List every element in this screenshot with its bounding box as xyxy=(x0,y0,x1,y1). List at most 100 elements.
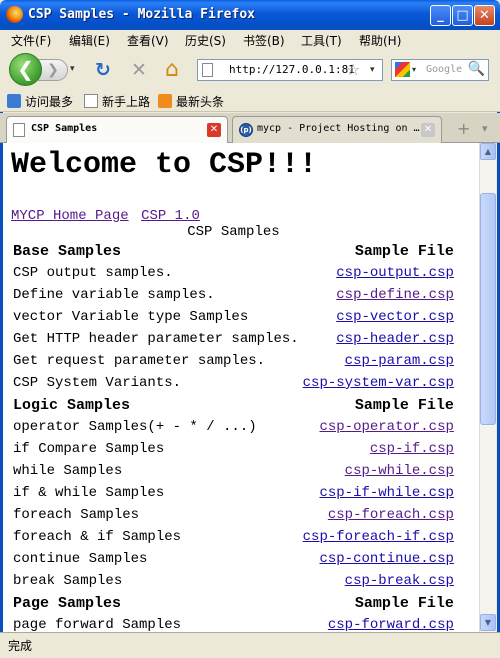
sample-description: Define variable samples. xyxy=(13,287,215,303)
sample-file-cell: csp-output.csp xyxy=(301,262,456,284)
section-header-row: Page Samples Sample File xyxy=(11,592,456,614)
sample-description: foreach & if Samples xyxy=(13,529,182,545)
bookmark-getting-started[interactable]: 新手上路 xyxy=(84,93,150,109)
sample-file-link[interactable]: csp-output.csp xyxy=(336,265,454,281)
bookmark-star-icon[interactable]: ☆ xyxy=(346,60,360,79)
sample-file-link[interactable]: csp-param.csp xyxy=(345,353,454,369)
menu-help[interactable]: 帮助(H) xyxy=(359,32,401,49)
search-input[interactable]: Google xyxy=(426,64,462,75)
sample-file-link[interactable]: csp-define.csp xyxy=(336,287,454,303)
table-row: if Compare Samples csp-if.csp xyxy=(11,438,456,460)
search-icon[interactable]: 🔍 xyxy=(468,61,485,77)
status-bar: 完成 xyxy=(0,632,500,658)
sample-description: Get HTTP header parameter samples. xyxy=(13,331,299,347)
history-dropdown-icon[interactable]: ▾ xyxy=(70,64,75,74)
back-button[interactable]: ❮ xyxy=(9,53,42,86)
table-row: CSP System Variants. csp-system-var.csp xyxy=(11,372,456,394)
vertical-scrollbar[interactable]: ▲ ▼ xyxy=(479,143,496,632)
stop-icon[interactable]: ✕ xyxy=(131,60,147,80)
sample-file-header: Sample File xyxy=(354,242,454,260)
url-input[interactable]: http://127.0.0.1:81 xyxy=(229,63,355,76)
search-engine-dropdown-icon[interactable]: ▾ xyxy=(412,65,416,74)
sample-file-link[interactable]: csp-continue.csp xyxy=(319,551,453,567)
sample-file-link[interactable]: csp-forward.csp xyxy=(328,617,454,632)
sample-file-cell: csp-system-var.csp xyxy=(301,372,456,394)
sample-file-link[interactable]: csp-foreach.csp xyxy=(328,507,454,523)
csp-version-link[interactable]: CSP 1.0 xyxy=(141,208,200,224)
menu-edit[interactable]: 编辑(E) xyxy=(69,32,110,49)
tab-close-icon[interactable]: ✕ xyxy=(207,123,221,137)
page-icon xyxy=(13,123,25,137)
menu-bookmarks[interactable]: 书签(B) xyxy=(243,32,285,49)
sample-file-link[interactable]: csp-if-while.csp xyxy=(319,485,453,501)
sample-file-cell: csp-header.csp xyxy=(301,328,456,350)
folder-icon xyxy=(7,94,21,108)
scroll-thumb[interactable] xyxy=(480,193,496,425)
sample-description: operator Samples(+ - * / ...) xyxy=(13,419,257,435)
samples-table: CSP Samples Base Samples Sample File CSP o… xyxy=(11,224,456,632)
sample-file-cell: csp-if-while.csp xyxy=(301,482,456,504)
menu-view[interactable]: 查看(V) xyxy=(127,32,169,49)
list-all-tabs-icon[interactable]: ▾ xyxy=(482,122,488,135)
tab-bar: CSP Samples ✕ (p) mycp - Project Hosting… xyxy=(0,113,500,143)
sample-description: if Compare Samples xyxy=(13,441,165,457)
top-links: MYCP Home Page CSP 1.0 xyxy=(11,207,461,224)
reload-icon[interactable]: ↻ xyxy=(95,60,111,80)
tab-mycp-project[interactable]: (p) mycp - Project Hosting on … ✕ xyxy=(232,116,442,143)
new-tab-button[interactable]: + xyxy=(457,119,470,138)
section-header-row: Logic Samples Sample File xyxy=(11,394,456,416)
sample-file-link[interactable]: csp-foreach-if.csp xyxy=(303,529,454,545)
bookmark-label: 新手上路 xyxy=(102,95,151,109)
sample-file-cell: csp-if.csp xyxy=(301,438,456,460)
sample-file-cell: csp-break.csp xyxy=(301,570,456,592)
sample-file-cell: csp-param.csp xyxy=(301,350,456,372)
section-header-row: Base Samples Sample File xyxy=(11,240,456,262)
bookmark-latest-headlines[interactable]: 最新头条 xyxy=(158,93,224,109)
bookmark-most-visited[interactable]: 访问最多 xyxy=(7,93,73,109)
scroll-down-button[interactable]: ▼ xyxy=(480,614,496,631)
google-icon[interactable] xyxy=(395,62,410,77)
forward-button[interactable]: ❯ xyxy=(38,59,68,81)
table-row: break Samples csp-break.csp xyxy=(11,570,456,592)
url-bar[interactable]: http://127.0.0.1:81 ☆ ▾ xyxy=(197,59,383,81)
minimize-button[interactable]: _ xyxy=(430,5,451,26)
window-title-bar[interactable]: CSP Samples - Mozilla Firefox _ □ ✕ xyxy=(0,0,500,30)
mycp-home-link[interactable]: MYCP Home Page xyxy=(11,208,129,224)
search-bar[interactable]: ▾ Google 🔍 xyxy=(391,59,489,81)
sample-description: continue Samples xyxy=(13,551,148,567)
status-text: 完成 xyxy=(8,639,33,653)
table-row: foreach & if Samples csp-foreach-if.csp xyxy=(11,526,456,548)
sample-file-cell: csp-foreach-if.csp xyxy=(301,526,456,548)
tab-csp-samples[interactable]: CSP Samples ✕ xyxy=(6,116,228,143)
sample-description: Get request parameter samples. xyxy=(13,353,266,369)
table-row: page forward Samples csp-forward.csp xyxy=(11,614,456,632)
scroll-up-button[interactable]: ▲ xyxy=(480,143,496,160)
table-row: operator Samples(+ - * / ...) csp-operato… xyxy=(11,416,456,438)
table-row: continue Samples csp-continue.csp xyxy=(11,548,456,570)
sample-file-link[interactable]: csp-system-var.csp xyxy=(303,375,454,391)
sample-description: if & while Samples xyxy=(13,485,165,501)
table-row: Get request parameter samples. csp-param.… xyxy=(11,350,456,372)
menu-history[interactable]: 历史(S) xyxy=(185,32,226,49)
sample-file-link[interactable]: csp-while.csp xyxy=(345,463,454,479)
close-button[interactable]: ✕ xyxy=(474,5,495,26)
page-heading: Welcome to CSP!!! xyxy=(11,148,318,182)
sample-description: while Samples xyxy=(13,463,123,479)
sample-description: CSP output samples. xyxy=(13,265,173,281)
sample-file-link[interactable]: csp-header.csp xyxy=(336,331,454,347)
sample-file-link[interactable]: csp-vector.csp xyxy=(336,309,454,325)
sample-file-cell: csp-vector.csp xyxy=(301,306,456,328)
tab-close-icon[interactable]: ✕ xyxy=(421,123,435,137)
sample-file-link[interactable]: csp-break.csp xyxy=(345,573,454,589)
sample-file-link[interactable]: csp-operator.csp xyxy=(319,419,453,435)
menu-tools[interactable]: 工具(T) xyxy=(301,32,342,49)
project-hosting-icon: (p) xyxy=(239,123,253,137)
page-viewport[interactable]: Welcome to CSP!!! MYCP Home Page CSP 1.0… xyxy=(3,143,479,632)
menu-file[interactable]: 文件(F) xyxy=(11,32,51,49)
maximize-button[interactable]: □ xyxy=(452,5,473,26)
url-dropdown-icon[interactable]: ▾ xyxy=(370,65,375,75)
home-icon[interactable]: ⌂ xyxy=(165,59,179,81)
table-row: CSP output samples. csp-output.csp xyxy=(11,262,456,284)
firefox-icon xyxy=(6,6,23,23)
sample-file-link[interactable]: csp-if.csp xyxy=(370,441,454,457)
